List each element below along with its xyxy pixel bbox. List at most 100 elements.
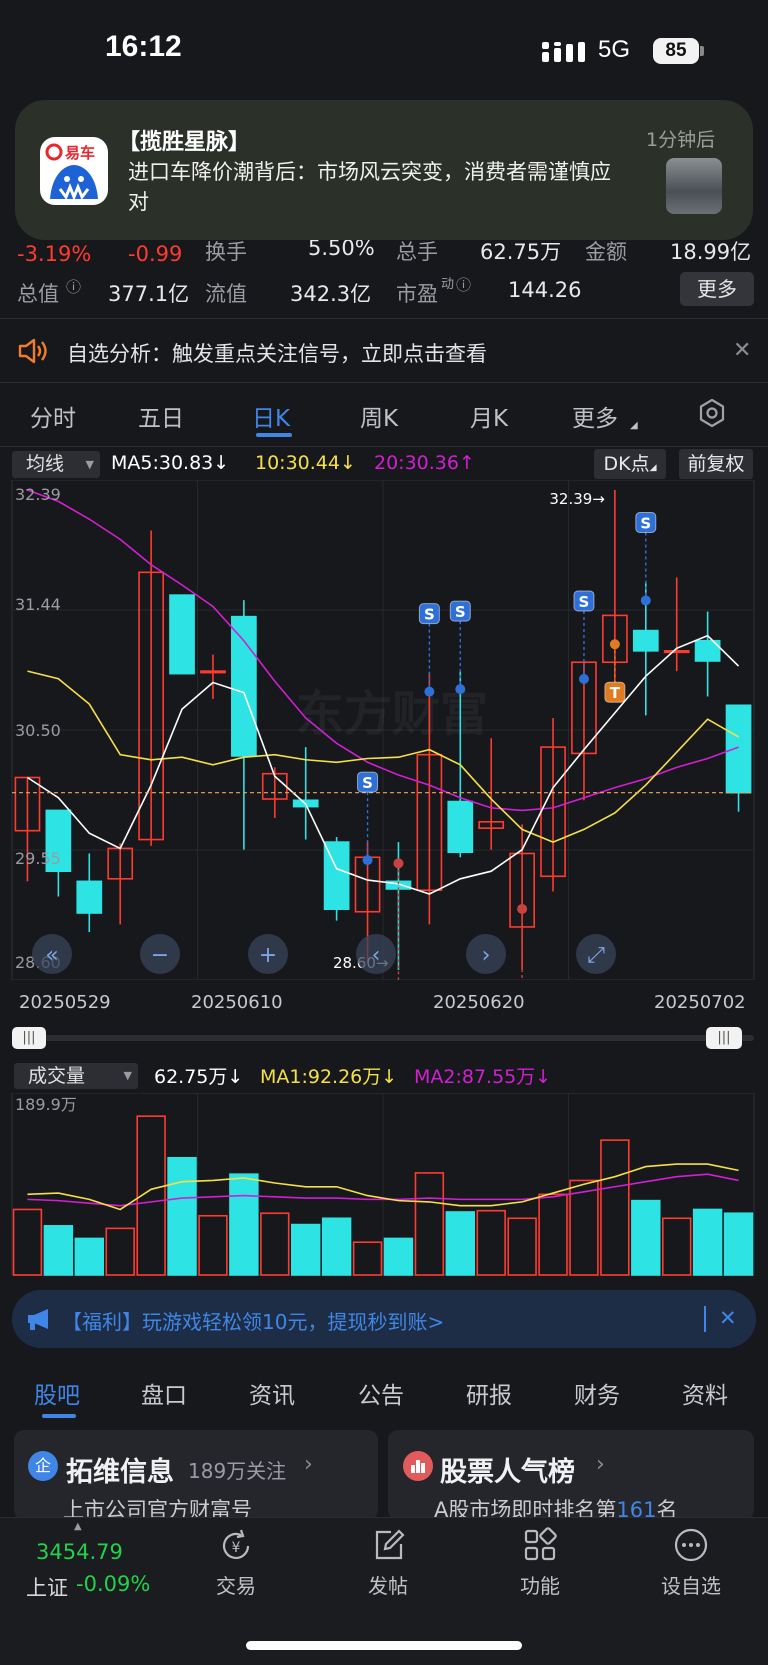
volume-bar-up (198, 1214, 228, 1276)
amount-value: 18.99亿 (670, 240, 752, 264)
post-edit-icon[interactable] (371, 1527, 407, 1563)
popularity-title: 股票人气榜 (440, 1457, 575, 1488)
tab-weekly-k[interactable]: 周K (360, 399, 398, 433)
tab-news[interactable]: 资讯 (249, 1376, 295, 1410)
promo-text[interactable]: 【福利】玩游戏轻松领10元，提现秒到账> (62, 1306, 444, 1335)
adjust-button[interactable]: 前复权 (679, 449, 753, 479)
candle-up (663, 650, 690, 654)
volume-selector[interactable]: 成交量 ▼ (14, 1063, 138, 1089)
pe-sup: 动 (441, 277, 455, 292)
next-button[interactable]: › (466, 934, 506, 974)
close-icon[interactable]: ✕ (733, 338, 751, 363)
tab-financials[interactable]: 财务 (574, 1376, 620, 1410)
nav-trade[interactable]: 交易 (186, 1570, 286, 1599)
change-pct: -3.19% (17, 242, 92, 266)
index-name[interactable]: 上证 (26, 1572, 68, 1602)
ma-selector[interactable]: 均线 ▼ (12, 451, 100, 478)
info-icon[interactable]: ⓘ (66, 276, 81, 297)
trade-icon[interactable]: ¥ (217, 1527, 255, 1565)
info-icon[interactable]: ⓘ (456, 274, 471, 295)
volume-bar-up (538, 1193, 568, 1276)
pe-value: 144.26 (508, 278, 582, 302)
tab-monthly-k[interactable]: 月K (470, 399, 508, 433)
price-axis-label: 29.55 (15, 849, 61, 868)
volume-ma1: MA1:92.26万↓ (260, 1062, 397, 1089)
index-change[interactable]: -0.09% (76, 1572, 150, 1596)
fullscreen-button[interactable]: ⤢ (576, 934, 616, 974)
float-label: 流值 (205, 282, 247, 306)
down-arrow-icon: ↓ (213, 452, 230, 474)
close-icon[interactable]: ✕ (719, 1306, 737, 1330)
tab-profile[interactable]: 资料 (682, 1376, 728, 1410)
prev-button[interactable]: ‹ (356, 934, 396, 974)
zoom-in-button[interactable]: + (248, 934, 288, 974)
signal-label: T (610, 684, 621, 702)
settings-gear-icon[interactable] (697, 398, 727, 428)
tab-daily-k[interactable]: 日K (252, 399, 290, 433)
range-handle-right[interactable]: ||| (706, 1027, 742, 1049)
price-axis-label: 30.50 (15, 721, 61, 740)
tab-intraday[interactable]: 分时 (30, 399, 76, 433)
range-handle-left[interactable]: ||| (12, 1027, 46, 1049)
more-dots-icon[interactable] (673, 1527, 709, 1563)
chevron-down-icon: ▼ (85, 458, 94, 471)
more-button[interactable]: 更多 (680, 272, 754, 306)
range-track[interactable] (12, 1035, 754, 1041)
volume-bar-down (321, 1217, 352, 1276)
signal-label: S (424, 606, 435, 624)
index-value[interactable]: 3454.79 (36, 1540, 123, 1564)
nav-post[interactable]: 发帖 (338, 1570, 438, 1599)
scroll-left-button[interactable]: « (32, 934, 72, 974)
dk-point-button[interactable]: DK点◢ (594, 449, 666, 479)
signal-dot (424, 686, 435, 697)
tab-guba[interactable]: 股吧 (34, 1376, 80, 1410)
nav-add-watchlist[interactable]: 设自选 (641, 1570, 741, 1599)
button-glyph: « (45, 943, 58, 968)
float-value: 342.3亿 (290, 282, 372, 306)
volume-ma1-text: MA1:92.26万 (260, 1066, 382, 1088)
volume-chart[interactable]: 189.9万 (0, 1093, 768, 1278)
signal-dot (517, 903, 528, 914)
ma10-text: 10:30.44 (255, 452, 340, 474)
notification-body: 进口车降价潮背后：市场风云突变，消费者需谨慎应对 (128, 160, 611, 214)
status-time: 16:12 (105, 30, 182, 63)
chevron-right-icon: › (596, 1452, 605, 1477)
grid-function-icon[interactable] (522, 1527, 558, 1563)
battery-icon: 85 (653, 38, 699, 64)
yiche-logo-icon: 易车 (45, 143, 98, 202)
signal-dot (609, 639, 620, 650)
alert-text[interactable]: 自选分析：触发重点关注信号，立即点击查看 (67, 338, 487, 368)
zoom-out-button[interactable]: − (140, 934, 180, 974)
tab-more[interactable]: 更多 (572, 399, 618, 433)
high-price-marker: 32.39→ (549, 490, 605, 508)
volume-bar-up (600, 1139, 630, 1276)
notification-title: 【揽胜星脉】 (118, 130, 251, 155)
candle-down (725, 704, 752, 794)
ma20-value: 20:30.36↑ (374, 452, 475, 474)
nav-functions[interactable]: 功能 (490, 1570, 590, 1599)
down-arrow-icon: ↓ (535, 1066, 552, 1088)
signal-label: S (579, 593, 590, 611)
signal-label: S (362, 774, 373, 792)
tab-research[interactable]: 研报 (466, 1376, 512, 1410)
tab-pankou[interactable]: 盘口 (141, 1376, 187, 1410)
company-name: 拓维信息 (66, 1457, 174, 1488)
company-badge-icon: 企 (28, 1451, 58, 1481)
tab-five-day[interactable]: 五日 (138, 399, 184, 433)
price-axis-label: 31.44 (15, 595, 61, 614)
volume-bar-down (631, 1199, 661, 1276)
up-arrow-icon: ↑ (458, 452, 475, 474)
candle-down (447, 800, 474, 854)
signal-dot (455, 684, 466, 695)
button-glyph: + (259, 943, 277, 968)
button-glyph: › (482, 943, 491, 968)
tab-announcements[interactable]: 公告 (358, 1376, 404, 1410)
volume-selector-label: 成交量 (28, 1065, 86, 1087)
signal-dot (393, 858, 404, 869)
volume-bar-up (352, 1241, 383, 1276)
volume-bar-down (723, 1212, 754, 1276)
change-value: -0.99 (128, 242, 183, 266)
dk-label: DK点 (603, 453, 650, 475)
candlestick-chart[interactable]: 东方财富 SSSSSBBT 32.3931.4430.5029.5528.603… (0, 480, 768, 980)
ma20-text: 20:30.36 (374, 452, 459, 474)
